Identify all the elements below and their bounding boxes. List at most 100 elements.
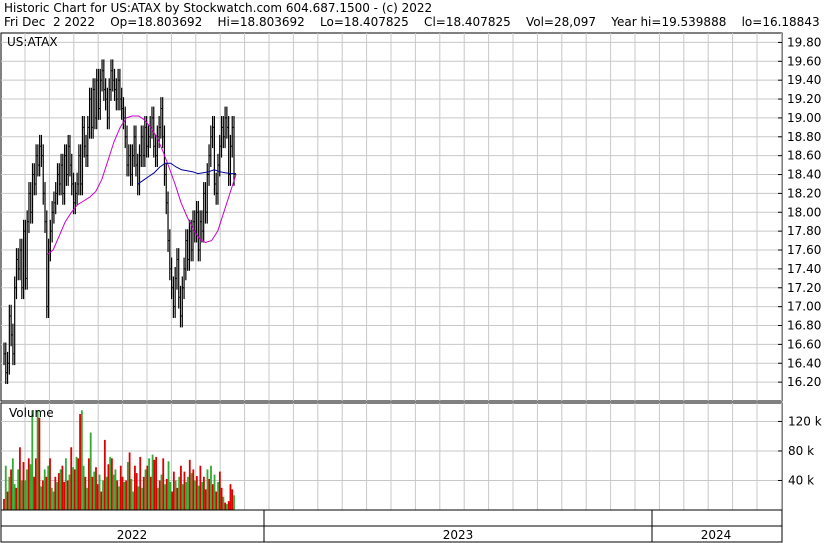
volume-bar xyxy=(20,480,23,510)
volume-bar xyxy=(197,485,200,510)
year-label-2024: 2024 xyxy=(701,528,732,542)
volume-panel: 120 k 80 k 40 k Volume xyxy=(0,402,822,511)
volume-bar xyxy=(211,484,214,510)
volume-bar xyxy=(52,491,55,510)
volume-bar xyxy=(142,476,145,510)
volume-bar xyxy=(34,458,37,510)
price-tick-label: 18.80 xyxy=(787,130,821,144)
volume-bar xyxy=(45,476,48,510)
volume-bar xyxy=(96,484,99,510)
price-tick-label: 18.60 xyxy=(787,149,821,163)
price-panel: 19.80 19.60 19.40 19.20 19.00 18.80 18.60 18.40… xyxy=(0,32,821,402)
volume-bar xyxy=(40,486,43,510)
volume-bar xyxy=(59,469,62,510)
volume-bar xyxy=(22,462,25,510)
volume-bar xyxy=(128,452,131,510)
volume-bar xyxy=(116,480,119,510)
date-axis: 2022 2023 2024 xyxy=(0,509,783,543)
price-tick-label: 17.60 xyxy=(787,243,821,257)
volume-bar xyxy=(15,487,18,510)
volume-bar xyxy=(195,476,198,510)
price-tick-label: 19.00 xyxy=(787,111,821,125)
volume-axis-ticks: 120 k 80 k 40 k xyxy=(778,414,822,487)
volume-bar xyxy=(169,481,172,510)
volume-bar xyxy=(215,491,218,510)
volume-bar xyxy=(42,480,44,510)
volume-bar xyxy=(114,469,117,510)
price-tick-label: 19.40 xyxy=(787,73,821,87)
volume-bar xyxy=(141,487,143,510)
volume-bar xyxy=(155,456,158,510)
volume-bar xyxy=(137,486,140,510)
volume-bar xyxy=(208,479,211,510)
symbol-label: US:ATAX xyxy=(7,35,58,49)
volume-bar xyxy=(11,458,14,510)
price-tick-label: 18.00 xyxy=(787,205,821,219)
volume-bar xyxy=(233,495,235,510)
volume-bar xyxy=(222,496,225,510)
volume-bar xyxy=(103,439,106,510)
volume-bar xyxy=(139,456,142,510)
volume-bar xyxy=(123,481,126,510)
volume-bar xyxy=(176,487,179,510)
volume-bar xyxy=(210,465,212,510)
volume-bar xyxy=(121,476,124,510)
volume-bar xyxy=(180,465,182,510)
volume-bar xyxy=(65,458,67,510)
volume-bar xyxy=(33,476,35,510)
volume-bar xyxy=(130,479,133,510)
volume-bar xyxy=(93,471,96,510)
volume-bar xyxy=(86,487,89,510)
price-tick-label: 17.40 xyxy=(787,262,821,276)
volume-bar xyxy=(100,491,103,510)
volume-bar xyxy=(203,476,205,510)
volume-bar xyxy=(4,465,7,510)
volume-bar xyxy=(188,459,191,510)
volume-bar xyxy=(107,464,110,510)
volume-bar xyxy=(3,498,5,510)
volume-bar xyxy=(181,484,184,510)
volume-bar xyxy=(201,481,204,510)
year-label-2022: 2022 xyxy=(117,528,148,542)
volume-bar xyxy=(132,491,135,510)
volume-bar xyxy=(88,458,90,510)
volume-bar xyxy=(105,476,108,510)
volume-bar xyxy=(167,461,170,510)
volume-bar xyxy=(38,417,41,510)
volume-bar xyxy=(149,476,152,510)
price-tick-label: 16.60 xyxy=(787,337,821,351)
volume-bar xyxy=(162,458,165,510)
volume-bar xyxy=(125,480,127,510)
volume-bar xyxy=(19,447,21,510)
volume-bar xyxy=(84,476,87,510)
volume-bar xyxy=(47,465,50,510)
price-tick-label: 18.40 xyxy=(787,168,821,182)
volume-bar xyxy=(68,474,71,510)
volume-bar xyxy=(226,504,228,510)
volume-bar xyxy=(194,480,196,510)
volume-bar xyxy=(8,476,11,510)
volume-bar xyxy=(204,489,207,510)
volume-bar xyxy=(171,491,173,510)
volume-bar xyxy=(134,465,136,510)
price-tick-label: 19.80 xyxy=(787,35,821,49)
volume-bar xyxy=(24,480,27,510)
volume-bar xyxy=(26,469,28,510)
volume-bar xyxy=(160,474,163,510)
volume-bar xyxy=(199,465,202,510)
volume-bar xyxy=(206,469,209,510)
price-tick-label: 19.20 xyxy=(787,92,821,106)
volume-bar xyxy=(57,473,60,510)
volume-bar xyxy=(218,471,221,510)
volume-bar xyxy=(192,469,195,510)
volume-bar xyxy=(231,489,234,510)
volume-bar xyxy=(91,476,94,510)
stock-chart: 19.80 19.60 19.40 19.20 19.00 18.80 18.60 18.40… xyxy=(0,32,822,543)
volume-bar xyxy=(172,471,175,510)
volume-bar xyxy=(17,469,20,510)
volume-bar xyxy=(229,484,232,510)
price-tick-label: 18.20 xyxy=(787,186,821,200)
volume-bar xyxy=(31,410,34,510)
volume-bar xyxy=(187,476,189,510)
volume-bar xyxy=(111,458,113,510)
